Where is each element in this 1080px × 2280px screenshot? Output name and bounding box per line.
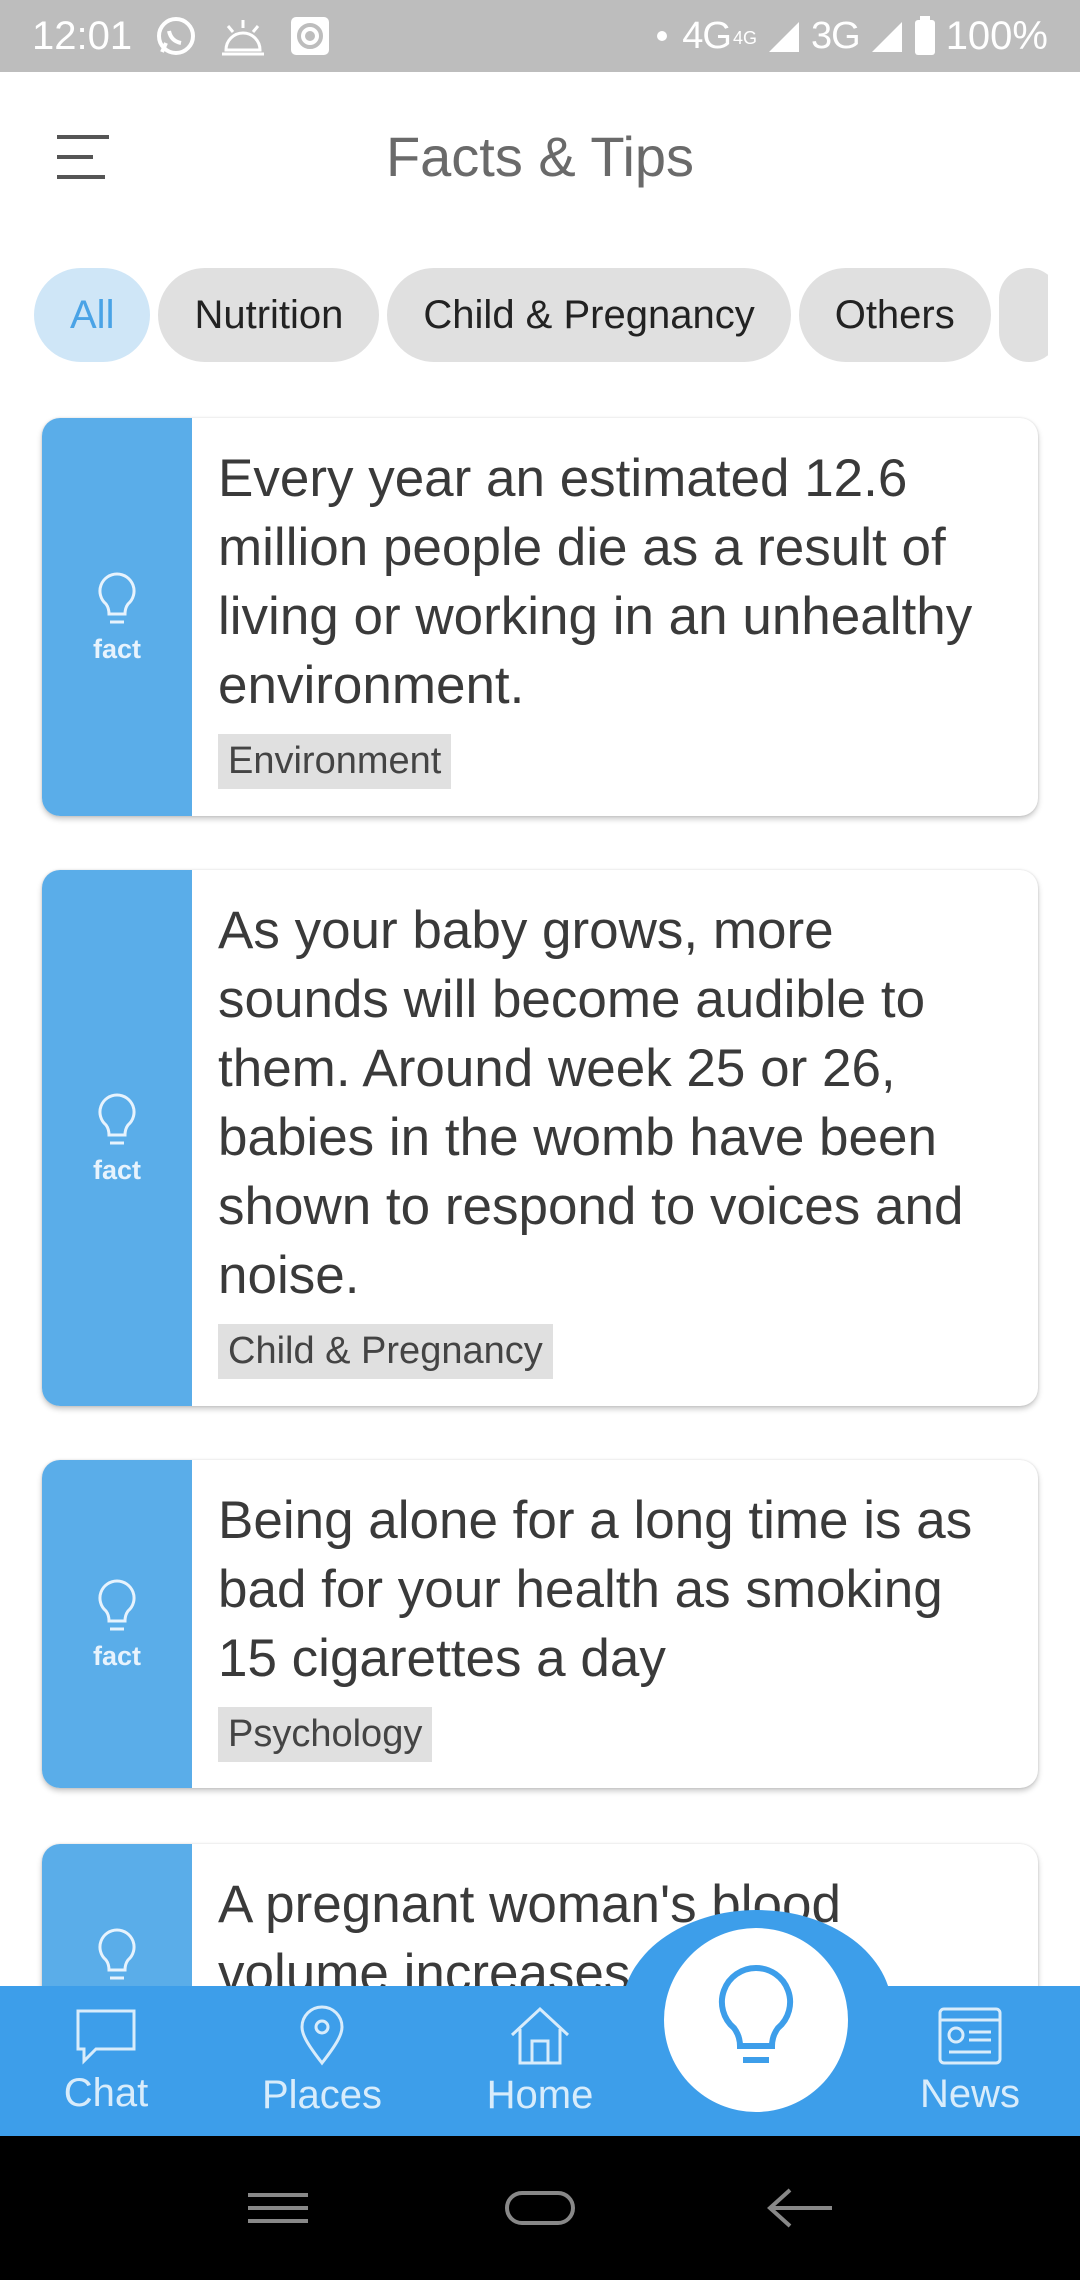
nav-places-label: Places	[261, 2072, 383, 2117]
back-arrow-icon	[767, 2188, 832, 2228]
nav-news-label: News	[919, 2071, 1021, 2116]
app-header: Facts & Tips	[0, 72, 1080, 247]
facts-feed: fact Every year an estimated 12.6 millio…	[0, 400, 1080, 1986]
category-filter: All Nutrition Child & Pregnancy Others	[34, 268, 1048, 364]
lightbulb-icon	[98, 571, 136, 623]
page-title: Facts & Tips	[385, 125, 695, 188]
fact-text: As your baby grows, more sounds will bec…	[218, 901, 964, 1305]
fact-card[interactable]: fact As your baby grows, more sounds wil…	[42, 870, 1038, 1406]
chip-child-pregnancy[interactable]: Child & Pregnancy	[387, 268, 791, 362]
fact-tag: Psychology	[218, 1707, 433, 1762]
card-type-badge: fact	[42, 1460, 192, 1788]
fact-card[interactable]: fact A pregnant woman's blood volume inc…	[42, 1844, 1038, 1986]
recents-button[interactable]	[218, 2136, 338, 2280]
home-system-button[interactable]	[480, 2136, 600, 2280]
chip-more[interactable]	[998, 268, 1048, 362]
network-super-label: 4G	[732, 27, 757, 48]
home-icon	[510, 2006, 570, 2064]
location-pin-icon	[300, 2005, 344, 2065]
fact-tag: Child & Pregnancy	[218, 1324, 553, 1379]
lightbulb-icon	[718, 1964, 794, 2063]
chip-all[interactable]: All	[34, 268, 151, 362]
card-type-label: fact	[92, 1640, 141, 1671]
battery-icon	[914, 16, 936, 56]
signal-icon	[870, 18, 904, 54]
card-type-badge: fact	[42, 418, 192, 816]
fact-tag: Environment	[218, 734, 452, 789]
network2-label: 3G	[810, 14, 861, 57]
chip-others[interactable]: Others	[798, 268, 991, 362]
fact-text: A pregnant woman's blood volume increase…	[218, 1875, 841, 1986]
card-type-badge: fact	[42, 870, 192, 1406]
nav-home[interactable]: Home	[470, 1986, 610, 2136]
fact-text: Every year an estimated 12.6 million peo…	[218, 449, 973, 715]
whatsapp-icon	[154, 14, 198, 58]
fact-card[interactable]: fact Being alone for a long time is as b…	[42, 1460, 1038, 1788]
facts-fab-button[interactable]	[664, 1928, 848, 2112]
signal-icon	[767, 18, 801, 54]
fact-card[interactable]: fact Every year an estimated 12.6 millio…	[42, 418, 1038, 816]
lightbulb-icon	[98, 1092, 136, 1144]
status-bar: 12:01 4G 4G 3G 100%	[0, 0, 1080, 72]
lightbulb-icon	[98, 1578, 136, 1630]
back-button[interactable]	[740, 2136, 860, 2280]
weather-icon	[220, 16, 266, 56]
network-label: 4G	[682, 14, 732, 57]
screen-record-icon	[288, 14, 332, 58]
chat-icon	[76, 2009, 136, 2065]
lightbulb-icon	[98, 1928, 136, 1980]
news-icon	[938, 2007, 1002, 2064]
chip-nutrition[interactable]: Nutrition	[158, 268, 380, 362]
nav-home-label: Home	[486, 2072, 594, 2117]
status-time: 12:01	[32, 13, 133, 58]
home-pill-icon	[505, 2191, 575, 2225]
nav-chat-label: Chat	[63, 2070, 149, 2115]
card-type-label: fact	[92, 1154, 141, 1185]
nav-news[interactable]: News	[900, 1986, 1040, 2136]
card-type-badge: fact	[42, 1844, 192, 1986]
nav-places[interactable]: Places	[252, 1986, 392, 2136]
battery-percent: 100%	[945, 13, 1048, 58]
fact-text: Being alone for a long time is as bad fo…	[218, 1491, 973, 1688]
bottom-nav: Chat Places Home News	[0, 1986, 1080, 2136]
nav-chat[interactable]: Chat	[36, 1986, 176, 2136]
system-nav-bar	[0, 2136, 1080, 2280]
recents-icon	[248, 2193, 308, 2223]
dot-icon	[652, 26, 672, 46]
card-type-label: fact	[92, 633, 141, 664]
